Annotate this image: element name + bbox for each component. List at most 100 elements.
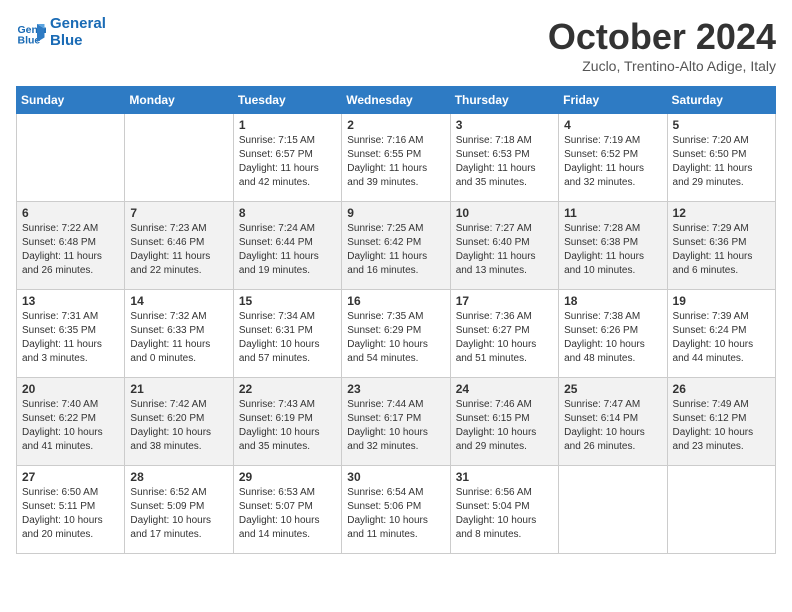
day-info: Sunrise: 7:46 AM Sunset: 6:15 PM Dayligh… bbox=[456, 398, 553, 454]
day-info: Sunrise: 7:31 AM Sunset: 6:35 PM Dayligh… bbox=[22, 310, 119, 366]
day-number: 14 bbox=[130, 294, 227, 308]
day-info: Sunrise: 6:52 AM Sunset: 5:09 PM Dayligh… bbox=[130, 486, 227, 542]
calendar-cell: 13 Sunrise: 7:31 AM Sunset: 6:35 PM Dayli… bbox=[17, 290, 125, 378]
page-header: General Blue General Blue October 2024 Z… bbox=[16, 16, 776, 74]
calendar-cell: 10Sunrise: 7:27 AM Sunset: 6:40 PM Dayli… bbox=[450, 202, 558, 290]
day-number: 8 bbox=[239, 206, 336, 220]
calendar-week-2: 13 Sunrise: 7:31 AM Sunset: 6:35 PM Dayli… bbox=[17, 290, 776, 378]
day-info: Sunrise: 7:49 AM Sunset: 6:12 PM Dayligh… bbox=[673, 398, 770, 454]
day-info: Sunrise: 6:54 AM Sunset: 5:06 PM Dayligh… bbox=[347, 486, 444, 542]
header-cell-wednesday: Wednesday bbox=[342, 87, 450, 114]
calendar-cell: 23 Sunrise: 7:44 AM Sunset: 6:17 PM Dayli… bbox=[342, 378, 450, 466]
calendar-cell: 11 Sunrise: 7:28 AM Sunset: 6:38 PM Dayli… bbox=[559, 202, 667, 290]
calendar-cell bbox=[17, 114, 125, 202]
day-info: Sunrise: 7:42 AM Sunset: 6:20 PM Dayligh… bbox=[130, 398, 227, 454]
day-info: Sunrise: 7:15 AM Sunset: 6:57 PM Dayligh… bbox=[239, 134, 336, 190]
month-title: October 2024 bbox=[548, 16, 776, 58]
calendar-cell: 22Sunrise: 7:43 AM Sunset: 6:19 PM Dayli… bbox=[233, 378, 341, 466]
calendar-cell: 16Sunrise: 7:35 AM Sunset: 6:29 PM Dayli… bbox=[342, 290, 450, 378]
calendar-week-0: 1 Sunrise: 7:15 AM Sunset: 6:57 PM Daylig… bbox=[17, 114, 776, 202]
logo-icon: General Blue bbox=[16, 18, 46, 48]
day-info: Sunrise: 7:44 AM Sunset: 6:17 PM Dayligh… bbox=[347, 398, 444, 454]
logo-line1: General bbox=[50, 16, 106, 33]
day-number: 22 bbox=[239, 382, 336, 396]
header-cell-thursday: Thursday bbox=[450, 87, 558, 114]
day-number: 19 bbox=[673, 294, 770, 308]
calendar-cell: 17Sunrise: 7:36 AM Sunset: 6:27 PM Dayli… bbox=[450, 290, 558, 378]
calendar-cell: 2 Sunrise: 7:16 AM Sunset: 6:55 PM Daylig… bbox=[342, 114, 450, 202]
day-info: Sunrise: 6:56 AM Sunset: 5:04 PM Dayligh… bbox=[456, 486, 553, 542]
day-info: Sunrise: 7:16 AM Sunset: 6:55 PM Dayligh… bbox=[347, 134, 444, 190]
calendar-cell: 29Sunrise: 6:53 AM Sunset: 5:07 PM Dayli… bbox=[233, 466, 341, 554]
day-info: Sunrise: 6:50 AM Sunset: 5:11 PM Dayligh… bbox=[22, 486, 119, 542]
header-cell-friday: Friday bbox=[559, 87, 667, 114]
calendar-cell: 8 Sunrise: 7:24 AM Sunset: 6:44 PM Daylig… bbox=[233, 202, 341, 290]
day-number: 29 bbox=[239, 470, 336, 484]
day-info: Sunrise: 7:20 AM Sunset: 6:50 PM Dayligh… bbox=[673, 134, 770, 190]
day-number: 30 bbox=[347, 470, 444, 484]
calendar-cell: 27 Sunrise: 6:50 AM Sunset: 5:11 PM Dayli… bbox=[17, 466, 125, 554]
calendar-cell: 30 Sunrise: 6:54 AM Sunset: 5:06 PM Dayli… bbox=[342, 466, 450, 554]
day-number: 13 bbox=[22, 294, 119, 308]
day-info: Sunrise: 7:28 AM Sunset: 6:38 PM Dayligh… bbox=[564, 222, 661, 278]
calendar-cell: 6 Sunrise: 7:22 AM Sunset: 6:48 PM Daylig… bbox=[17, 202, 125, 290]
calendar-header-row: SundayMondayTuesdayWednesdayThursdayFrid… bbox=[17, 87, 776, 114]
day-info: Sunrise: 7:23 AM Sunset: 6:46 PM Dayligh… bbox=[130, 222, 227, 278]
day-number: 26 bbox=[673, 382, 770, 396]
day-info: Sunrise: 7:32 AM Sunset: 6:33 PM Dayligh… bbox=[130, 310, 227, 366]
day-number: 2 bbox=[347, 118, 444, 132]
calendar-cell: 25 Sunrise: 7:47 AM Sunset: 6:14 PM Dayli… bbox=[559, 378, 667, 466]
header-cell-sunday: Sunday bbox=[17, 87, 125, 114]
day-number: 15 bbox=[239, 294, 336, 308]
calendar-cell: 5 Sunrise: 7:20 AM Sunset: 6:50 PM Daylig… bbox=[667, 114, 775, 202]
day-number: 6 bbox=[22, 206, 119, 220]
calendar-cell: 19Sunrise: 7:39 AM Sunset: 6:24 PM Dayli… bbox=[667, 290, 775, 378]
day-number: 3 bbox=[456, 118, 553, 132]
calendar-cell bbox=[559, 466, 667, 554]
calendar-cell: 4Sunrise: 7:19 AM Sunset: 6:52 PM Daylig… bbox=[559, 114, 667, 202]
logo: General Blue General Blue bbox=[16, 16, 106, 49]
day-number: 1 bbox=[239, 118, 336, 132]
calendar-cell: 20Sunrise: 7:40 AM Sunset: 6:22 PM Dayli… bbox=[17, 378, 125, 466]
day-number: 27 bbox=[22, 470, 119, 484]
day-info: Sunrise: 7:34 AM Sunset: 6:31 PM Dayligh… bbox=[239, 310, 336, 366]
day-number: 25 bbox=[564, 382, 661, 396]
calendar-body: 1 Sunrise: 7:15 AM Sunset: 6:57 PM Daylig… bbox=[17, 114, 776, 554]
title-block: October 2024 Zuclo, Trentino-Alto Adige,… bbox=[548, 16, 776, 74]
day-info: Sunrise: 7:38 AM Sunset: 6:26 PM Dayligh… bbox=[564, 310, 661, 366]
calendar-week-4: 27 Sunrise: 6:50 AM Sunset: 5:11 PM Dayli… bbox=[17, 466, 776, 554]
day-info: Sunrise: 7:47 AM Sunset: 6:14 PM Dayligh… bbox=[564, 398, 661, 454]
calendar-cell bbox=[667, 466, 775, 554]
day-number: 16 bbox=[347, 294, 444, 308]
day-number: 5 bbox=[673, 118, 770, 132]
day-number: 31 bbox=[456, 470, 553, 484]
day-info: Sunrise: 7:22 AM Sunset: 6:48 PM Dayligh… bbox=[22, 222, 119, 278]
calendar-cell: 7Sunrise: 7:23 AM Sunset: 6:46 PM Daylig… bbox=[125, 202, 233, 290]
day-number: 12 bbox=[673, 206, 770, 220]
day-number: 4 bbox=[564, 118, 661, 132]
day-number: 23 bbox=[347, 382, 444, 396]
calendar-table: SundayMondayTuesdayWednesdayThursdayFrid… bbox=[16, 86, 776, 554]
calendar-cell: 26 Sunrise: 7:49 AM Sunset: 6:12 PM Dayli… bbox=[667, 378, 775, 466]
calendar-cell: 21Sunrise: 7:42 AM Sunset: 6:20 PM Dayli… bbox=[125, 378, 233, 466]
day-number: 28 bbox=[130, 470, 227, 484]
day-info: Sunrise: 7:40 AM Sunset: 6:22 PM Dayligh… bbox=[22, 398, 119, 454]
header-cell-monday: Monday bbox=[125, 87, 233, 114]
day-info: Sunrise: 7:25 AM Sunset: 6:42 PM Dayligh… bbox=[347, 222, 444, 278]
header-cell-tuesday: Tuesday bbox=[233, 87, 341, 114]
day-number: 17 bbox=[456, 294, 553, 308]
day-number: 24 bbox=[456, 382, 553, 396]
calendar-week-3: 20Sunrise: 7:40 AM Sunset: 6:22 PM Dayli… bbox=[17, 378, 776, 466]
calendar-cell: 14 Sunrise: 7:32 AM Sunset: 6:33 PM Dayli… bbox=[125, 290, 233, 378]
calendar-cell: 28 Sunrise: 6:52 AM Sunset: 5:09 PM Dayli… bbox=[125, 466, 233, 554]
day-number: 9 bbox=[347, 206, 444, 220]
logo-line2: Blue bbox=[50, 33, 106, 50]
calendar-cell: 1 Sunrise: 7:15 AM Sunset: 6:57 PM Daylig… bbox=[233, 114, 341, 202]
calendar-week-1: 6 Sunrise: 7:22 AM Sunset: 6:48 PM Daylig… bbox=[17, 202, 776, 290]
location: Zuclo, Trentino-Alto Adige, Italy bbox=[548, 58, 776, 74]
day-info: Sunrise: 7:27 AM Sunset: 6:40 PM Dayligh… bbox=[456, 222, 553, 278]
calendar-cell: 3Sunrise: 7:18 AM Sunset: 6:53 PM Daylig… bbox=[450, 114, 558, 202]
day-number: 11 bbox=[564, 206, 661, 220]
day-info: Sunrise: 7:24 AM Sunset: 6:44 PM Dayligh… bbox=[239, 222, 336, 278]
day-number: 18 bbox=[564, 294, 661, 308]
